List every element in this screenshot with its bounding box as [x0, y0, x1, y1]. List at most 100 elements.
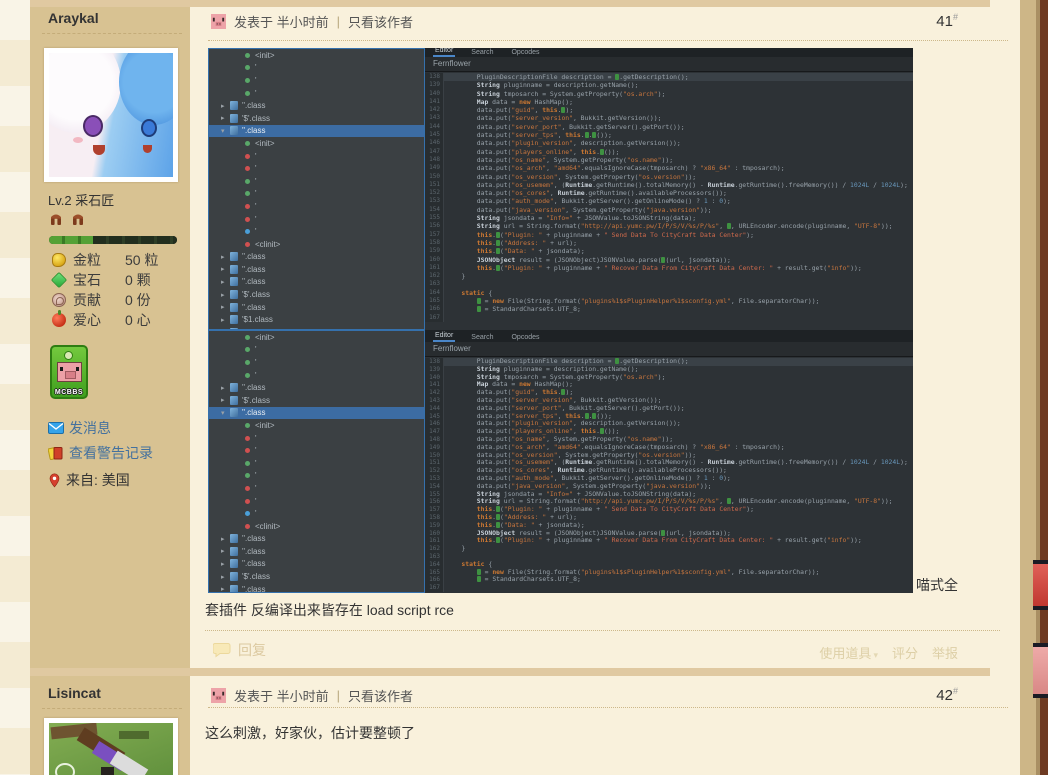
code-segment: data.put( — [446, 106, 511, 114]
code-segment: "os_name" — [511, 435, 546, 443]
floor-suffix: # — [953, 12, 958, 22]
code-segment: String — [477, 81, 500, 89]
action-link[interactable]: 使用道具▾ — [819, 643, 878, 662]
class-file-icon — [230, 101, 238, 110]
tree-row-label: ''.class — [242, 547, 266, 556]
send-message-link[interactable]: 发消息 — [48, 418, 111, 438]
code-segment: 1024L — [850, 458, 869, 466]
code-segment: } — [446, 272, 465, 280]
only-author-link[interactable]: 只看该作者 — [348, 686, 413, 705]
tree-row-label: <init> — [255, 139, 275, 148]
code-segment: ); — [900, 181, 908, 189]
code-segment: "amd64" — [554, 164, 581, 172]
send-message-label: 发消息 — [69, 418, 111, 438]
code-segment: , System.getProperty( — [546, 156, 627, 164]
code-segment: .getDescription(); — [619, 357, 688, 365]
avatar[interactable] — [44, 48, 178, 182]
decompiler-screenshot-2: <init>'''▸''.class▸'$'.class▾''.class<in… — [208, 330, 913, 593]
member-dot-icon — [245, 91, 250, 96]
code-segment: , File.separatorChar)); — [731, 568, 820, 576]
user-stats: 金粒50 粒宝石0 颗贡献0 份爱心0 心 — [52, 253, 182, 327]
floor-number-link[interactable]: 41# — [936, 12, 958, 30]
line-number: 152 — [425, 189, 444, 197]
code-text: } — [444, 272, 465, 280]
code-segment — [446, 575, 477, 583]
tree-row-label: ''.class — [242, 126, 266, 135]
tree-row-label: ' — [255, 152, 257, 161]
code-segment: data.put( — [446, 419, 511, 427]
code-segment: " Send Data To CityCraft Data Center" — [604, 231, 746, 239]
code-segment: , Bukkit.getServer().getOnlineMode() ? — [554, 474, 704, 482]
username-link[interactable]: Lisincat — [48, 685, 101, 701]
tree-row-label: ' — [255, 89, 257, 98]
view-warnings-link[interactable]: 查看警告记录 — [48, 443, 153, 463]
avatar[interactable] — [44, 718, 178, 775]
code-segment: data = — [488, 98, 519, 106]
code-segment: + pluginname + — [542, 231, 604, 239]
tree-row-label: ' — [255, 459, 257, 468]
line-number: 143 — [425, 114, 444, 122]
engine-label: Fernflower — [425, 57, 913, 72]
tree-row-label: ' — [255, 345, 257, 354]
code-segment: } — [446, 544, 465, 552]
tree-row-label: <init> — [255, 421, 275, 430]
code-segment: Map — [477, 380, 489, 388]
line-number: 161 — [425, 264, 444, 272]
line-number: 142 — [425, 389, 444, 397]
tree-class-row: ▸''.class — [209, 558, 424, 571]
tree-member-row: ' — [209, 175, 424, 188]
code-segment: String — [477, 90, 500, 98]
tree-row-label: <clinit> — [255, 522, 280, 531]
line-number: 142 — [425, 106, 444, 114]
code-line: 162 } — [425, 545, 913, 553]
page-left-margin — [0, 0, 31, 775]
tree-row-label: ' — [255, 63, 257, 72]
experience-rest — [93, 236, 177, 244]
code-segment: data = — [488, 380, 519, 388]
tree-member-row: ' — [209, 200, 424, 213]
floor-number-link[interactable]: 42# — [936, 686, 958, 704]
line-number: 138 — [425, 358, 444, 366]
reply-button[interactable]: 回复 — [213, 640, 266, 660]
code-segment: Runtime — [708, 181, 735, 189]
code-segment: "java_version" — [511, 206, 565, 214]
chevron-down-icon: ▾ — [221, 409, 230, 417]
action-link[interactable]: 评分 — [892, 643, 918, 662]
tree-member-row: ' — [209, 225, 424, 238]
code-segment: ); — [746, 231, 754, 239]
line-number: 167 — [425, 314, 444, 322]
class-file-icon — [230, 315, 238, 324]
code-line: 145 data.put("server_tps", this..()); — [425, 131, 913, 139]
code-text: data.put("auth_mode", Bukkit.getServer()… — [444, 197, 731, 205]
code-segment: result = (JSONObject)JSONValue.parse( — [515, 529, 661, 537]
code-segment: "info" — [827, 536, 850, 544]
chevron-right-icon: ▸ — [221, 102, 230, 110]
tree-class-row: ▸'$'.class — [209, 288, 424, 301]
action-link[interactable]: 举报 — [932, 643, 958, 662]
post2-body: 发表于 半小时前 | 只看该作者 42# 这么刺激，好家伙，估计要整顿了 — [190, 676, 1020, 775]
post-attachment-images[interactable]: <init>'''▸''.class▸'$'.class▾''.class<in… — [208, 48, 913, 593]
code-segment: Runtime — [558, 189, 585, 197]
code-segment: JSONObject — [477, 529, 515, 537]
class-file-icon — [230, 572, 238, 581]
tree-class-row: ▸''.class — [209, 251, 424, 264]
member-dot-icon — [245, 448, 250, 453]
code-segment: this — [581, 427, 596, 435]
code-segment: 1024L — [881, 181, 900, 189]
code-segment: "os_usemem" — [511, 181, 553, 189]
editor-pane: EditorSearchOpcodesFernflower138 PluginD… — [425, 48, 913, 330]
code-line: 161 this.("Plugin: " + pluginname + " Re… — [425, 264, 913, 272]
line-number: 151 — [425, 181, 444, 189]
editor-tab-bar: EditorSearchOpcodes — [425, 330, 913, 342]
stat-row: 宝石0 颗 — [52, 273, 182, 287]
only-author-link[interactable]: 只看该作者 — [348, 12, 413, 31]
code-segment: / — [869, 458, 881, 466]
username-link[interactable]: Araykal — [48, 10, 99, 26]
line-number: 143 — [425, 397, 444, 405]
code-text: = StandardCharsets.UTF_8; — [444, 576, 581, 584]
code-segment: "java_version" — [511, 482, 565, 490]
code-segment: , Bukkit.getServer().getPort()); — [561, 123, 684, 131]
tab-editor: Editor — [433, 330, 455, 342]
line-number: 166 — [425, 305, 444, 313]
code-text: this.("Address: " + url); — [444, 239, 577, 247]
